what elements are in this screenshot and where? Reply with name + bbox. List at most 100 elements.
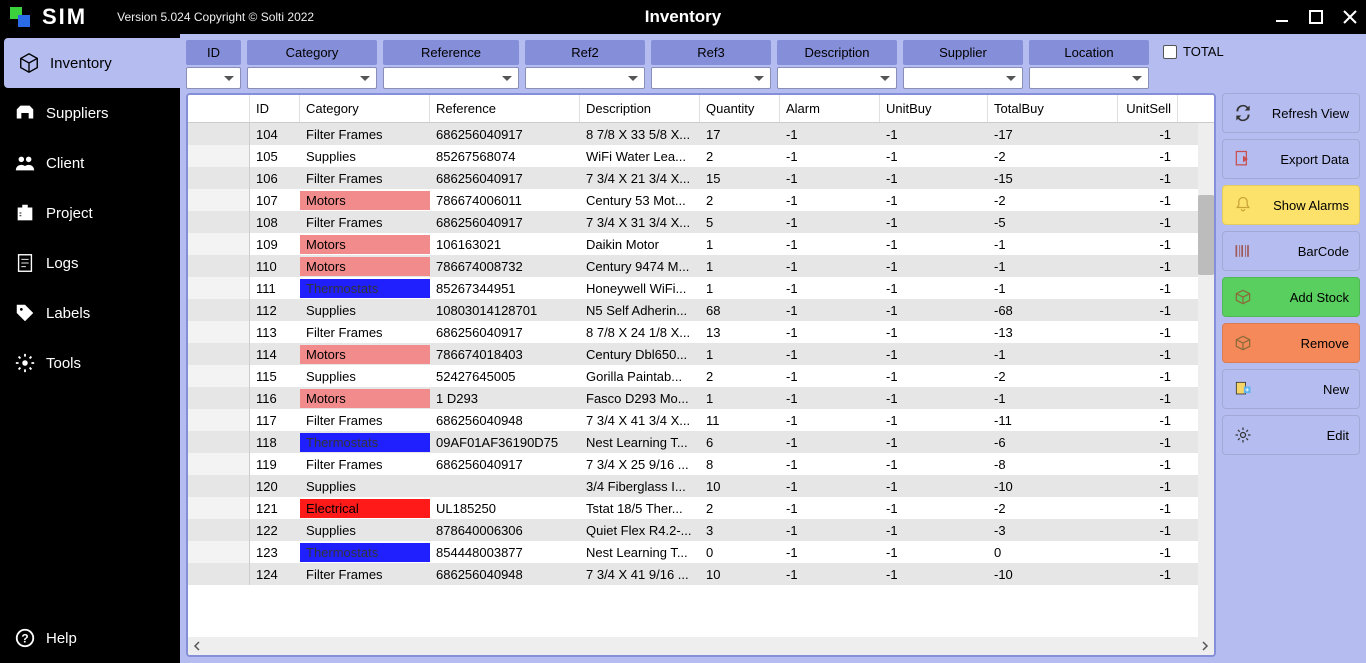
row-header[interactable]: [188, 475, 250, 497]
table-row[interactable]: 118Thermostats09AF01AF36190D75Nest Learn…: [188, 431, 1214, 453]
row-header[interactable]: [188, 387, 250, 409]
refresh-view-button[interactable]: Refresh View: [1222, 93, 1360, 133]
row-header[interactable]: [188, 497, 250, 519]
filter-select-description[interactable]: [777, 67, 897, 89]
row-header[interactable]: [188, 431, 250, 453]
table-row[interactable]: 124Filter Frames6862560409487 3/4 X 41 9…: [188, 563, 1214, 585]
table-row[interactable]: 105Supplies85267568074WiFi Water Lea...2…: [188, 145, 1214, 167]
cell-category: Filter Frames: [300, 323, 430, 342]
table-row[interactable]: 106Filter Frames6862560409177 3/4 X 21 3…: [188, 167, 1214, 189]
cell-totalbuy: -11: [988, 411, 1118, 430]
filter-select-category[interactable]: [247, 67, 377, 89]
column-header-quantity[interactable]: Quantity: [700, 95, 780, 122]
filter-select-supplier[interactable]: [903, 67, 1023, 89]
cell-totalbuy: -2: [988, 191, 1118, 210]
row-header[interactable]: [188, 233, 250, 255]
action-label: New: [1261, 382, 1349, 397]
row-header[interactable]: [188, 563, 250, 585]
grid-body[interactable]: 104Filter Frames6862560409178 7/8 X 33 5…: [188, 123, 1214, 637]
table-row[interactable]: 115Supplies52427645005Gorilla Paintab...…: [188, 365, 1214, 387]
row-header[interactable]: [188, 299, 250, 321]
add-stock-button[interactable]: Add Stock: [1222, 277, 1360, 317]
table-row[interactable]: 123Thermostats854448003877Nest Learning …: [188, 541, 1214, 563]
cell-id: 122: [250, 521, 300, 540]
export-data-button[interactable]: Export Data: [1222, 139, 1360, 179]
cell-unitbuy: -1: [880, 257, 988, 276]
barcode-button[interactable]: BarCode: [1222, 231, 1360, 271]
filter-select-ref2[interactable]: [525, 67, 645, 89]
sidebar-item-suppliers[interactable]: Suppliers: [0, 88, 180, 138]
cell-description: 7 3/4 X 21 3/4 X...: [580, 169, 700, 188]
row-header[interactable]: [188, 343, 250, 365]
column-header-id[interactable]: ID: [250, 95, 300, 122]
horizontal-scrollbar[interactable]: [188, 637, 1214, 655]
checkbox-icon[interactable]: [1163, 45, 1177, 59]
row-header[interactable]: [188, 277, 250, 299]
minimize-icon[interactable]: [1274, 9, 1290, 25]
row-header[interactable]: [188, 409, 250, 431]
filter-select-id[interactable]: [186, 67, 241, 89]
table-row[interactable]: 104Filter Frames6862560409178 7/8 X 33 5…: [188, 123, 1214, 145]
table-row[interactable]: 119Filter Frames6862560409177 3/4 X 25 9…: [188, 453, 1214, 475]
column-header-unitsell[interactable]: UnitSell: [1118, 95, 1178, 122]
table-row[interactable]: 120Supplies3/4 Fiberglass I...10-1-1-10-…: [188, 475, 1214, 497]
scroll-right-icon[interactable]: [1198, 639, 1212, 653]
filter-select-location[interactable]: [1029, 67, 1149, 89]
scroll-left-icon[interactable]: [190, 639, 204, 653]
sidebar-item-labels[interactable]: Labels: [0, 288, 180, 338]
column-header-totalbuy[interactable]: TotalBuy: [988, 95, 1118, 122]
sidebar-item-client[interactable]: Client: [0, 138, 180, 188]
column-header-reference[interactable]: Reference: [430, 95, 580, 122]
table-row[interactable]: 121ElectricalUL185250Tstat 18/5 Ther...2…: [188, 497, 1214, 519]
column-header-category[interactable]: Category: [300, 95, 430, 122]
table-row[interactable]: 107Motors786674006011Century 53 Mot...2-…: [188, 189, 1214, 211]
cell-category: Thermostats: [300, 279, 430, 298]
new-button[interactable]: New: [1222, 369, 1360, 409]
row-header[interactable]: [188, 189, 250, 211]
sidebar-item-inventory[interactable]: Inventory: [4, 38, 180, 88]
table-row[interactable]: 117Filter Frames6862560409487 3/4 X 41 3…: [188, 409, 1214, 431]
row-header-corner: [188, 95, 250, 122]
sidebar-item-help[interactable]: ?Help: [0, 613, 180, 663]
row-header[interactable]: [188, 167, 250, 189]
row-header[interactable]: [188, 519, 250, 541]
show-alarms-button[interactable]: Show Alarms: [1222, 185, 1360, 225]
vertical-scrollbar[interactable]: [1198, 123, 1214, 637]
close-icon[interactable]: [1342, 9, 1358, 25]
row-header[interactable]: [188, 255, 250, 277]
row-header[interactable]: [188, 145, 250, 167]
table-row[interactable]: 108Filter Frames6862560409177 3/4 X 31 3…: [188, 211, 1214, 233]
table-row[interactable]: 116Motors1 D293Fasco D293 Mo...1-1-1-1-1: [188, 387, 1214, 409]
table-row[interactable]: 112Supplies10803014128701N5 Self Adherin…: [188, 299, 1214, 321]
table-row[interactable]: 122Supplies878640006306Quiet Flex R4.2-.…: [188, 519, 1214, 541]
cell-alarm: -1: [780, 477, 880, 496]
filter-select-reference[interactable]: [383, 67, 519, 89]
scrollbar-thumb[interactable]: [1198, 195, 1214, 275]
sidebar-item-project[interactable]: Project: [0, 188, 180, 238]
inventory-grid[interactable]: IDCategoryReferenceDescriptionQuantityAl…: [186, 93, 1216, 657]
sidebar-item-tools[interactable]: Tools: [0, 338, 180, 388]
total-checkbox[interactable]: TOTAL: [1155, 40, 1232, 63]
remove-button[interactable]: Remove: [1222, 323, 1360, 363]
row-header[interactable]: [188, 453, 250, 475]
table-row[interactable]: 110Motors786674008732Century 9474 M...1-…: [188, 255, 1214, 277]
cell-reference: 1 D293: [430, 389, 580, 408]
table-row[interactable]: 114Motors786674018403Century Dbl650...1-…: [188, 343, 1214, 365]
row-header[interactable]: [188, 541, 250, 563]
column-header-unitbuy[interactable]: UnitBuy: [880, 95, 988, 122]
maximize-icon[interactable]: [1308, 9, 1324, 25]
filter-select-ref3[interactable]: [651, 67, 771, 89]
column-header-alarm[interactable]: Alarm: [780, 95, 880, 122]
sidebar-item-label: Suppliers: [46, 105, 109, 122]
row-header[interactable]: [188, 123, 250, 145]
sidebar-item-logs[interactable]: Logs: [0, 238, 180, 288]
row-header[interactable]: [188, 321, 250, 343]
row-header[interactable]: [188, 365, 250, 387]
table-row[interactable]: 111Thermostats85267344951Honeywell WiFi.…: [188, 277, 1214, 299]
row-header[interactable]: [188, 211, 250, 233]
table-row[interactable]: 109Motors106163021Daikin Motor1-1-1-1-1: [188, 233, 1214, 255]
table-row[interactable]: 113Filter Frames6862560409178 7/8 X 24 1…: [188, 321, 1214, 343]
plus-icon: [1233, 379, 1253, 399]
edit-button[interactable]: Edit: [1222, 415, 1360, 455]
column-header-description[interactable]: Description: [580, 95, 700, 122]
